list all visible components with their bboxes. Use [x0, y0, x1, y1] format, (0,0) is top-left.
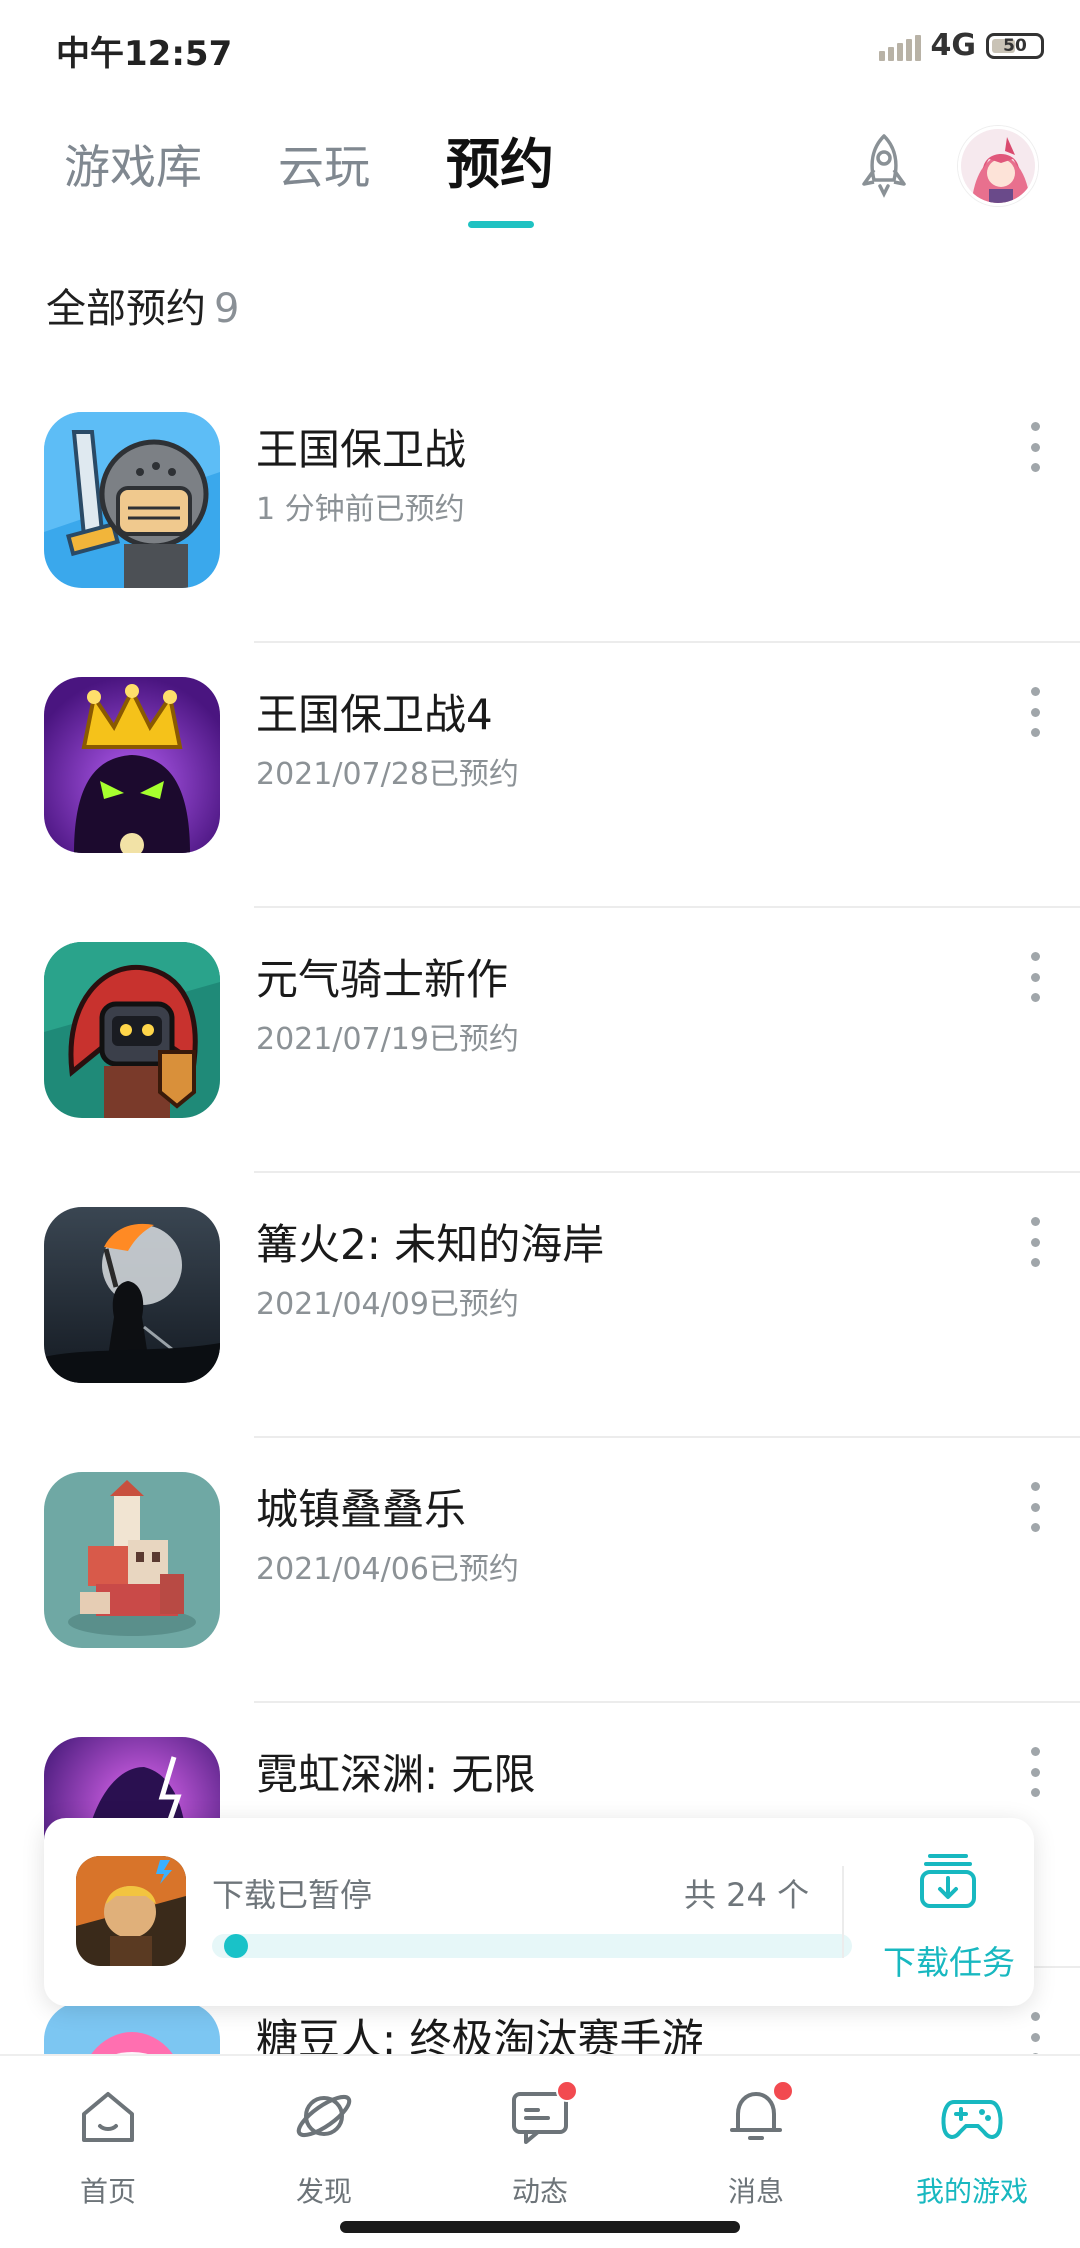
download-task-icon	[916, 1848, 980, 1912]
nav-item-my-games[interactable]: 我的游戏	[864, 2056, 1080, 2208]
progress-knob	[224, 1934, 248, 1958]
list-item[interactable]: 城镇叠叠乐 2021/04/06已预约	[0, 1438, 1080, 1703]
active-tab-indicator	[468, 221, 534, 228]
bottom-nav: 首页 发现 动态 消息 我的游戏	[0, 2054, 1080, 2208]
download-tasks-label: 下载任务	[883, 1943, 1015, 1982]
status-time: 中午12:57	[56, 34, 233, 74]
download-progress-bar	[212, 1934, 852, 1958]
reserve-date: 2021/04/09已预约	[256, 1287, 519, 1322]
tab-reservations[interactable]: 预约	[446, 120, 554, 199]
nav-label: 首页	[79, 2175, 136, 2208]
kingdom-rush-icon	[44, 412, 220, 588]
game-name: 霓虹深渊: 无限	[256, 1750, 536, 1799]
townscaper-icon	[44, 1472, 220, 1648]
nav-label: 我的游戏	[915, 2175, 1028, 2208]
more-vertical-icon[interactable]	[1020, 422, 1050, 472]
more-vertical-icon[interactable]	[1020, 1482, 1050, 1532]
user-avatar[interactable]	[958, 126, 1038, 206]
battery-icon: 50	[986, 32, 1044, 59]
top-tabs: 游戏库 云玩 预约	[64, 120, 630, 199]
section-count: 9	[214, 286, 240, 332]
game-name: 王国保卫战	[256, 425, 467, 474]
nav-label: 发现	[295, 2175, 352, 2208]
planet-icon	[292, 2084, 356, 2148]
rocket-icon[interactable]	[848, 130, 920, 202]
tab-game-library[interactable]: 游戏库	[64, 131, 202, 197]
notification-badge	[556, 2080, 578, 2102]
gamepad-icon	[940, 2084, 1004, 2148]
game-thumb-icon	[76, 1856, 186, 1966]
download-tasks-button[interactable]: 下载任务	[864, 1818, 1034, 2006]
more-vertical-icon[interactable]	[1020, 1217, 1050, 1267]
bonfire-2-icon	[44, 1207, 220, 1383]
list-item[interactable]: 元气骑士新作 2021/07/19已预约	[0, 908, 1080, 1173]
signal-icon	[878, 31, 921, 61]
status-bar: 中午12:57 4G 50	[0, 0, 1080, 96]
list-item[interactable]: 篝火2: 未知的海岸 2021/04/09已预约	[0, 1173, 1080, 1438]
nav-item-home[interactable]: 首页	[0, 2056, 216, 2208]
download-card[interactable]: 下载已暂停 共 24 个 下载任务	[44, 1818, 1034, 2006]
list-item[interactable]: 王国保卫战 1 分钟前已预约	[0, 378, 1080, 643]
more-vertical-icon[interactable]	[1020, 1747, 1050, 1797]
nav-label: 动态	[511, 2175, 568, 2208]
home-icon	[76, 2084, 140, 2148]
divider	[842, 1866, 844, 1958]
more-vertical-icon[interactable]	[1020, 952, 1050, 1002]
reserve-date: 2021/04/06已预约	[256, 1552, 519, 1587]
home-indicator[interactable]	[340, 2221, 740, 2233]
download-status: 下载已暂停	[212, 1876, 373, 1914]
nav-item-feed[interactable]: 动态	[432, 2056, 648, 2208]
section-title-label: 全部预约	[46, 286, 206, 332]
kingdom-rush-4-icon	[44, 677, 220, 853]
reserve-date: 2021/07/28已预约	[256, 757, 519, 792]
tab-cloud-play[interactable]: 云玩	[278, 131, 370, 197]
notification-badge	[772, 2080, 794, 2102]
reserve-date: 2021/07/19已预约	[256, 1022, 519, 1057]
battery-level: 50	[1003, 35, 1027, 56]
game-name: 篝火2: 未知的海岸	[256, 1220, 605, 1269]
reserve-date: 1 分钟前已预约	[256, 492, 465, 527]
network-type: 4G	[930, 28, 977, 63]
game-name: 王国保卫战4	[256, 690, 493, 739]
nav-item-messages[interactable]: 消息	[648, 2056, 864, 2208]
more-vertical-icon[interactable]	[1020, 687, 1050, 737]
nav-label: 消息	[727, 2175, 784, 2208]
soul-knight-new-icon	[44, 942, 220, 1118]
list-item[interactable]: 王国保卫战4 2021/07/28已预约	[0, 643, 1080, 908]
nav-item-discover[interactable]: 发现	[216, 2056, 432, 2208]
section-title: 全部预约 9	[46, 276, 239, 334]
status-indicators: 4G 50	[878, 28, 1044, 63]
game-name: 城镇叠叠乐	[256, 1485, 467, 1534]
game-name: 元气骑士新作	[256, 955, 509, 1004]
download-total: 共 24 个	[684, 1876, 810, 1914]
